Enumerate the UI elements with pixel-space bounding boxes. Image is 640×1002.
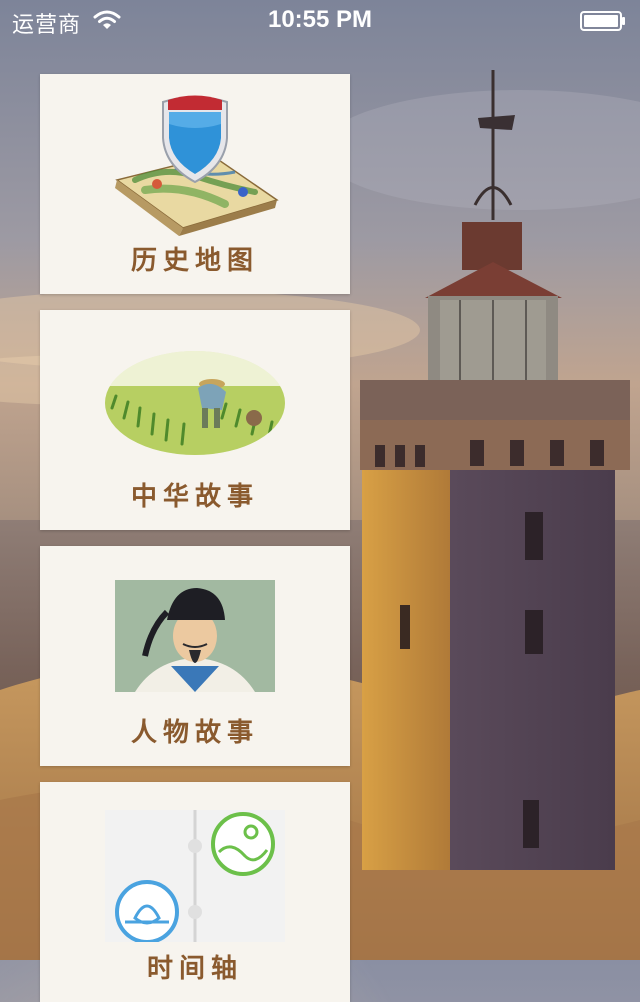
map-shield-icon bbox=[115, 95, 279, 236]
menu-label-chinese-stories: 中华故事 bbox=[130, 482, 259, 512]
status-bar: 运营商 10:55 PM bbox=[0, 0, 640, 40]
menu-card-chinese-stories[interactable]: 中华故事 bbox=[40, 310, 350, 530]
menu-label-people-stories: 人物故事 bbox=[130, 718, 259, 748]
menu-label-history-map: 历史地图 bbox=[130, 246, 259, 276]
clock: 10:55 PM bbox=[267, 6, 373, 33]
timeline-icon bbox=[105, 810, 285, 942]
menu-card-history-map[interactable]: 历史地图 bbox=[40, 74, 350, 294]
menu-card-people-stories[interactable]: 人物故事 bbox=[40, 546, 350, 766]
menu-label-timeline: 时间轴 bbox=[146, 954, 243, 984]
farmer-illustration bbox=[105, 351, 285, 455]
menu-card-timeline[interactable]: 时间轴 bbox=[40, 782, 350, 1002]
portrait-illustration bbox=[115, 580, 275, 692]
battery-icon bbox=[580, 11, 625, 31]
